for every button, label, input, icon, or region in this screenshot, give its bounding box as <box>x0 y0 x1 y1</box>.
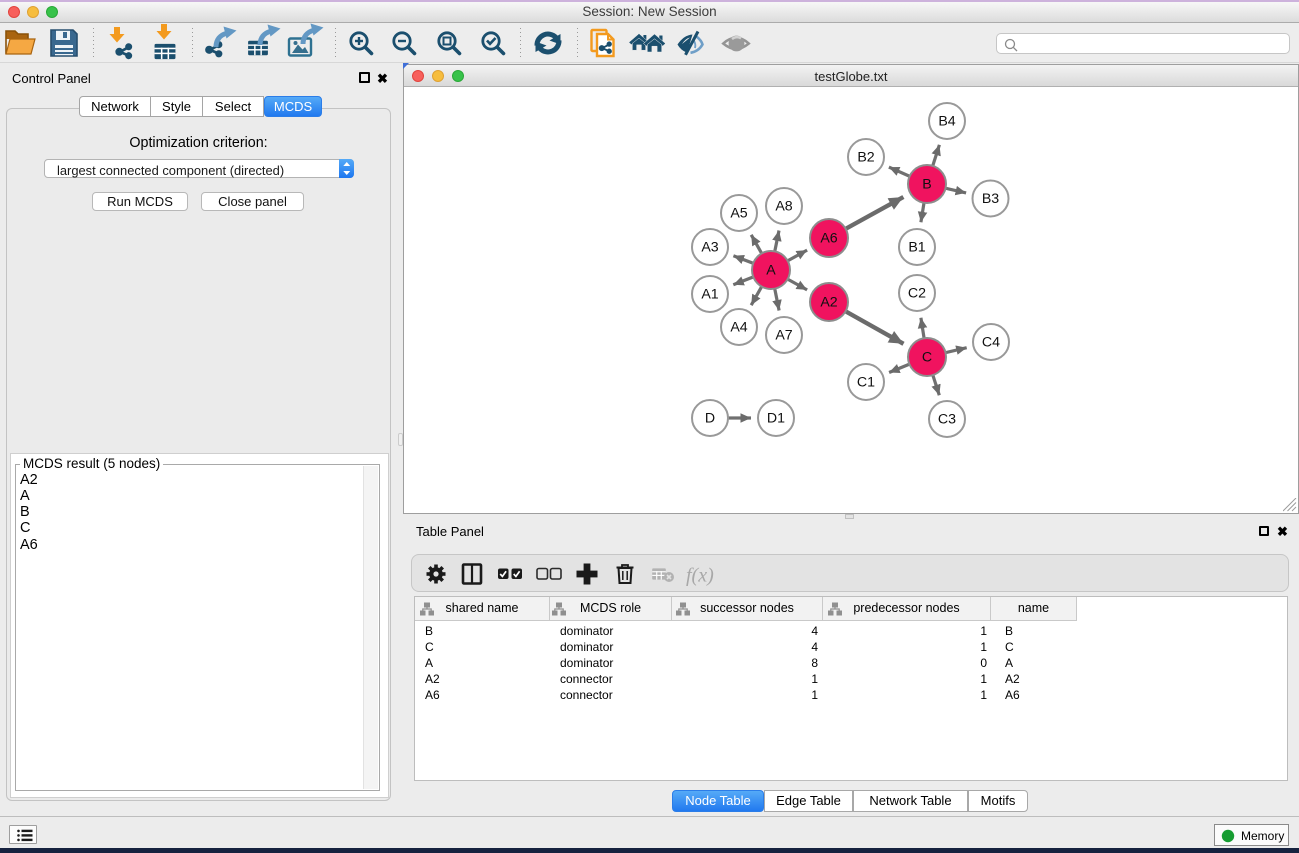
svg-text:B4: B4 <box>938 114 955 130</box>
svg-text:C1: C1 <box>857 375 875 391</box>
svg-text:A5: A5 <box>730 206 747 222</box>
svg-text:C2: C2 <box>908 286 926 302</box>
svg-text:B2: B2 <box>857 150 874 166</box>
svg-text:A7: A7 <box>775 328 792 344</box>
svg-text:B1: B1 <box>908 240 925 256</box>
svg-text:C: C <box>922 350 932 366</box>
svg-text:A1: A1 <box>701 287 718 303</box>
svg-text:C3: C3 <box>938 412 956 428</box>
svg-text:f(x): f(x) <box>686 565 714 587</box>
svg-text:A3: A3 <box>701 240 718 256</box>
svg-text:A6: A6 <box>820 231 837 247</box>
svg-text:B: B <box>922 177 931 193</box>
svg-text:D: D <box>705 411 715 427</box>
svg-text:A2: A2 <box>820 295 837 311</box>
svg-text:C4: C4 <box>982 335 1000 351</box>
svg-text:B3: B3 <box>982 191 999 207</box>
svg-text:D1: D1 <box>767 411 785 427</box>
svg-text:A: A <box>766 263 776 279</box>
svg-text:A4: A4 <box>730 320 747 336</box>
svg-text:A8: A8 <box>775 199 792 215</box>
